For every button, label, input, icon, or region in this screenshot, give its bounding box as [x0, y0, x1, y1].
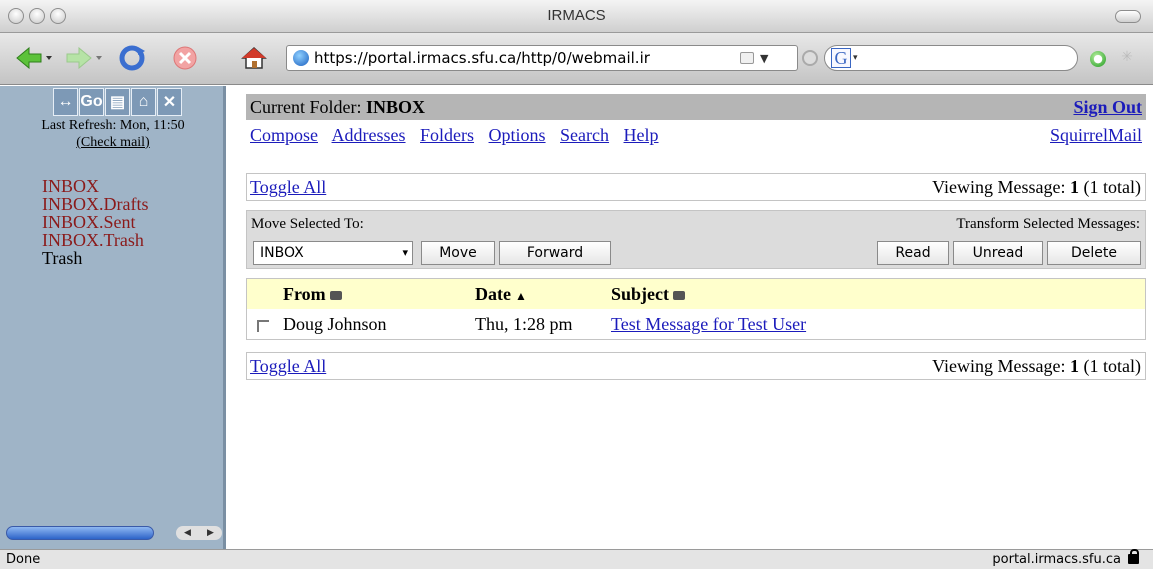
folder-inbox-sent[interactable]: INBOX.Sent: [42, 213, 148, 231]
browser-toolbar: https://portal.irmacs.sfu.ca/http/0/webm…: [0, 33, 1153, 85]
sort-ascending-icon[interactable]: ▲: [515, 281, 527, 311]
check-mail-wrapper: (Check mail): [0, 135, 226, 151]
scroll-right-icon[interactable]: ▶: [207, 528, 214, 538]
dropdown-arrow-icon: ▾: [402, 246, 408, 259]
toolbar-toggle-button[interactable]: [1115, 10, 1141, 23]
folder-list: INBOX INBOX.Drafts INBOX.Sent INBOX.Tras…: [42, 177, 148, 267]
squirrelmail-link[interactable]: SquirrelMail: [1050, 125, 1142, 146]
toggle-all-link[interactable]: Toggle All: [250, 353, 326, 379]
title-bar: IRMACS: [0, 0, 1153, 33]
nav-compose[interactable]: Compose: [250, 125, 318, 145]
forward-message-button[interactable]: Forward: [499, 241, 611, 265]
mark-unread-button[interactable]: Unread: [953, 241, 1043, 265]
addon-status-icon[interactable]: ●: [1090, 51, 1106, 67]
nav-folders[interactable]: Folders: [420, 125, 474, 145]
folder-inbox[interactable]: INBOX: [42, 177, 148, 195]
transform-selected-label: Transform Selected Messages:: [956, 216, 1140, 232]
globe-icon: [293, 50, 309, 66]
message-actions: Move Selected To: Transform Selected Mes…: [246, 210, 1146, 269]
search-field[interactable]: G ▾: [824, 45, 1078, 71]
stop-button[interactable]: [170, 45, 200, 71]
subject-column-header[interactable]: Subject: [611, 279, 685, 309]
horizontal-scrollbar-thumb[interactable]: [6, 526, 154, 540]
message-list-header: From Date ▲ Subject: [247, 279, 1145, 309]
lock-icon[interactable]: [1128, 549, 1139, 564]
current-folder-bar: Current Folder: INBOX Sign Out: [246, 94, 1146, 120]
reload-button[interactable]: [116, 45, 148, 71]
main-nav: Compose Addresses Folders Options Search…: [250, 125, 669, 146]
message-subject-link[interactable]: Test Message for Test User: [611, 309, 806, 339]
go-circle-icon[interactable]: [802, 50, 818, 66]
move-selected-label: Move Selected To:: [251, 216, 364, 232]
toggle-row-bottom: Toggle All Viewing Message: 1 (1 total): [246, 352, 1146, 380]
nav-addresses[interactable]: Addresses: [332, 125, 406, 145]
go-icon[interactable]: Go: [79, 88, 104, 116]
current-folder-label: Current Folder:: [250, 97, 362, 117]
from-column-header[interactable]: From: [283, 279, 342, 309]
mark-read-button[interactable]: Read: [877, 241, 949, 265]
status-text: Done: [6, 552, 41, 567]
move-button[interactable]: Move: [421, 241, 495, 265]
document-icon[interactable]: ▤: [105, 88, 130, 116]
nav-search[interactable]: Search: [560, 125, 609, 145]
date-column-header[interactable]: Date ▲: [475, 279, 527, 311]
reload-icon: [119, 45, 145, 71]
back-arrow-icon: [16, 47, 52, 69]
toggle-all-link[interactable]: Toggle All: [250, 174, 326, 200]
message-list: From Date ▲ Subject Doug Johnson Thu, 1:2…: [246, 278, 1146, 340]
scroll-left-icon[interactable]: ◀: [184, 528, 191, 538]
home-button[interactable]: [238, 45, 270, 71]
folder-sidebar: ↔ Go ▤ ⌂ ✕ Last Refresh: Mon, 11:50 (Che…: [0, 86, 226, 549]
padlock-icon: [740, 52, 754, 64]
window-title: IRMACS: [547, 7, 606, 24]
mail-main: Current Folder: INBOX Sign Out Compose A…: [246, 86, 1146, 549]
table-row: Doug Johnson Thu, 1:28 pm Test Message f…: [247, 309, 1145, 339]
sign-out-link[interactable]: Sign Out: [1073, 94, 1142, 120]
close-icon[interactable]: ✕: [157, 88, 182, 116]
url-text: https://portal.irmacs.sfu.ca/http/0/webm…: [314, 49, 650, 67]
swap-icon[interactable]: ↔: [53, 88, 78, 116]
nav-help[interactable]: Help: [624, 125, 659, 145]
message-from: Doug Johnson: [283, 314, 387, 334]
status-bar: Done portal.irmacs.sfu.ca: [0, 549, 1153, 569]
home-icon: [241, 46, 267, 69]
sort-icon[interactable]: [329, 291, 342, 301]
address-bar[interactable]: https://portal.irmacs.sfu.ca/http/0/webm…: [286, 45, 798, 71]
nav-options[interactable]: Options: [489, 125, 546, 145]
scroll-arrows[interactable]: ◀ ▶: [176, 526, 222, 540]
stop-icon: [173, 46, 197, 70]
delete-button[interactable]: Delete: [1047, 241, 1141, 265]
sort-icon[interactable]: [673, 291, 685, 301]
check-mail-link[interactable]: (Check mail): [76, 135, 149, 150]
message-date: Thu, 1:28 pm: [475, 314, 573, 334]
last-refresh-text: Last Refresh: Mon, 11:50: [41, 118, 185, 133]
forward-button[interactable]: [64, 45, 104, 71]
forward-arrow-icon: [66, 47, 102, 69]
history-dropdown-icon[interactable]: ▼: [760, 52, 768, 65]
back-button[interactable]: [14, 45, 54, 71]
move-folder-select[interactable]: INBOX ▾: [253, 241, 413, 265]
viewing-message-text: Viewing Message: 1 (1 total): [932, 356, 1141, 376]
folder-inbox-trash[interactable]: INBOX.Trash: [42, 231, 148, 249]
viewing-message-text: Viewing Message: 1 (1 total): [932, 177, 1141, 197]
current-folder-name: INBOX: [365, 97, 425, 117]
folder-trash: Trash: [42, 248, 83, 268]
toggle-row-top: Toggle All Viewing Message: 1 (1 total): [246, 173, 1146, 201]
house-icon[interactable]: ⌂: [131, 88, 156, 116]
message-checkbox[interactable]: [257, 320, 269, 332]
activity-spinner-icon: ✳: [1121, 49, 1133, 65]
status-host: portal.irmacs.sfu.ca: [992, 552, 1121, 567]
search-engine-dropdown-icon[interactable]: ▾: [853, 53, 858, 63]
folder-inbox-drafts[interactable]: INBOX.Drafts: [42, 195, 148, 213]
google-search-icon[interactable]: G: [831, 48, 851, 68]
sidebar-toolbar: ↔ Go ▤ ⌂ ✕: [53, 88, 182, 116]
